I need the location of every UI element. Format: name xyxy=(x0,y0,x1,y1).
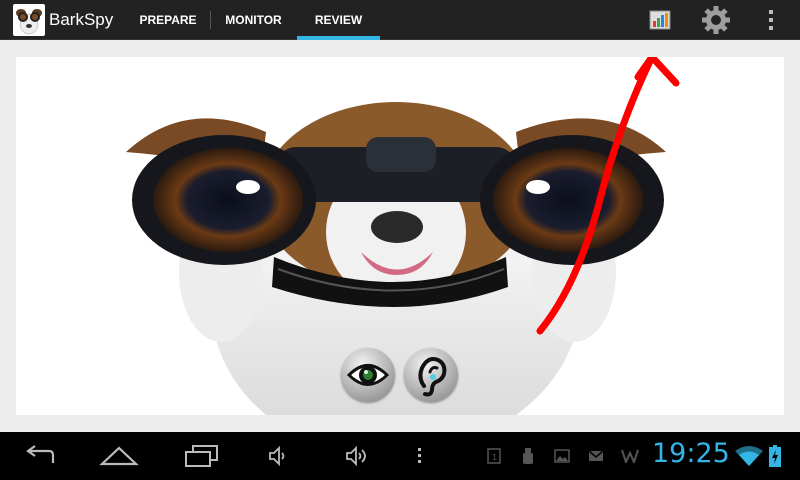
gear-icon[interactable] xyxy=(696,0,736,40)
action-bar: BarkSpy PREPARE MONITOR REVIEW xyxy=(0,0,800,40)
main-image-panel xyxy=(16,57,784,415)
screenshot-icon: 1 xyxy=(485,444,503,468)
red-arrow-annotation xyxy=(536,57,680,335)
back-icon[interactable] xyxy=(20,432,62,480)
listen-button[interactable] xyxy=(404,348,458,402)
recent-apps-icon[interactable] xyxy=(180,432,222,480)
tab-label: REVIEW xyxy=(314,13,363,27)
tab-monitor[interactable]: MONITOR xyxy=(211,0,296,40)
volume-down-icon[interactable] xyxy=(264,432,294,480)
tab-label: PREPARE xyxy=(139,13,197,27)
battery-icon xyxy=(766,444,784,468)
volume-up-icon[interactable] xyxy=(342,432,376,480)
tab-review[interactable]: REVIEW xyxy=(297,0,380,40)
image-icon xyxy=(553,444,571,468)
svg-text:1: 1 xyxy=(492,453,497,462)
active-tab-indicator xyxy=(297,36,380,40)
tab-prepare[interactable]: PREPARE xyxy=(126,0,211,40)
wifi-icon xyxy=(734,444,764,468)
w-icon xyxy=(620,444,640,468)
bar-chart-icon[interactable] xyxy=(640,0,680,40)
tab-label: MONITOR xyxy=(225,13,282,27)
eye-icon xyxy=(346,364,390,386)
menu-icon[interactable] xyxy=(412,432,428,480)
status-clock: 19:25 xyxy=(652,438,730,469)
usb-icon xyxy=(519,444,537,468)
home-icon[interactable] xyxy=(98,432,140,480)
ear-icon xyxy=(418,357,447,397)
app-icon[interactable] xyxy=(13,4,45,36)
more-vert-icon[interactable] xyxy=(756,0,786,40)
app-title: BarkSpy xyxy=(49,10,114,29)
watch-button[interactable] xyxy=(341,348,395,402)
gmail-icon xyxy=(587,444,605,468)
